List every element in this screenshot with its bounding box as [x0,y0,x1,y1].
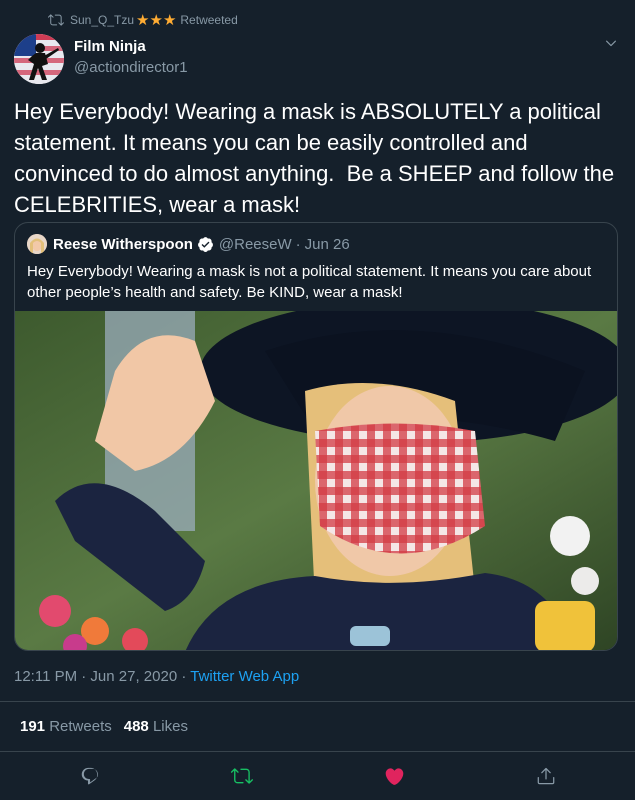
likes-stat[interactable]: 488 Likes [124,718,188,735]
retweeted-label: Retweeted [180,13,238,27]
tweet-source-link[interactable]: Twitter Web App [190,668,299,685]
share-icon [537,767,555,785]
quoted-avatar [27,234,47,254]
author-handle[interactable]: @actiondirector1 [74,59,188,76]
retweet-action-icon [231,768,253,784]
retweet-button[interactable] [230,764,254,788]
divider [0,751,635,752]
like-button[interactable] [382,764,406,788]
tweet-text: Hey Everybody! Wearing a mask is ABSOLUT… [14,99,621,217]
avatar[interactable] [14,34,64,84]
retweeter-emoji-stars: ★★★ [136,12,177,29]
reply-button[interactable] [78,764,102,788]
tweet-timestamp[interactable]: 12:11 PM · Jun 27, 2020 · [14,668,190,685]
retweet-icon [48,14,64,26]
share-button[interactable] [534,764,558,788]
like-icon [385,767,403,785]
likes-label: Likes [152,718,188,735]
quoted-author-name: Reese Witherspoon [53,235,193,253]
quoted-tweet-text: Hey Everybody! Wearing a mask is not a p… [27,263,592,301]
separator-dot: · [295,235,301,253]
quoted-tweet-photo[interactable] [15,311,618,651]
retweeter-name[interactable]: Sun_Q_Tzu [70,13,134,27]
quoted-tweet-header: Reese Witherspoon @ReeseW · Jun 26 [27,233,350,255]
quoted-tweet[interactable]: Reese Witherspoon @ReeseW · Jun 26 Hey E… [14,222,618,651]
tweet-meta: 12:11 PM · Jun 27, 2020 · Twitter Web Ap… [14,668,299,685]
likes-count: 488 [123,718,149,735]
retweeted-by-row[interactable]: Sun_Q_Tzu ★★★ Retweeted [48,10,238,30]
avatar-image [14,34,64,84]
verified-icon [197,236,213,252]
retweets-label: Retweets [49,718,112,735]
author-name[interactable]: Film Ninja [74,38,146,55]
reply-icon [81,767,98,785]
caret-down-icon[interactable] [604,36,618,50]
tweet-stats: 191 Retweets 488 Likes [20,718,188,735]
retweets-count: 191 [20,718,46,735]
divider [0,701,635,702]
quoted-date: Jun 26 [304,235,350,253]
retweets-stat[interactable]: 191 Retweets [20,718,112,735]
quoted-author-handle: @ReeseW [218,235,292,253]
